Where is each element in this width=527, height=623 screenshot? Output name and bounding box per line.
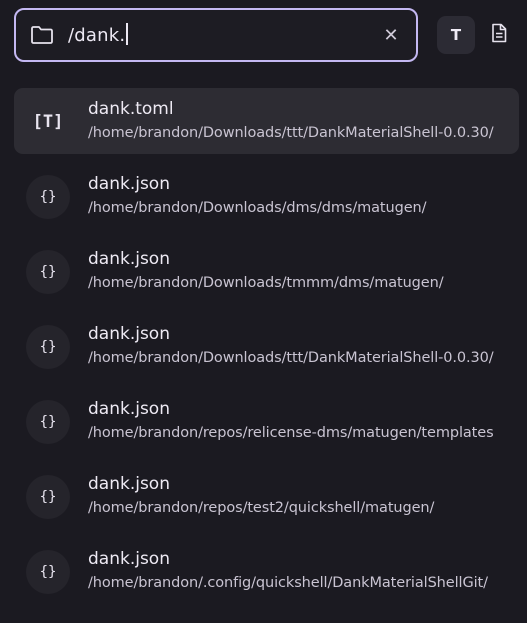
result-file-path: /home/brandon/.config/quickshell/DankMat… [88,575,488,591]
result-file-path: /home/brandon/Downloads/ttt/DankMaterial… [88,350,494,366]
result-item[interactable]: {} dank.json/home/brandon/Downloads/dms/d… [14,163,519,229]
result-item[interactable]: [T] dank.toml/home/brandon/Downloads/ttt/… [14,88,519,154]
result-file-path: /home/brandon/repos/test2/quickshell/mat… [88,500,435,516]
json-file-icon: {} [26,175,70,219]
result-file-path: /home/brandon/Downloads/ttt/DankMaterial… [88,125,494,141]
result-file-name: dank.json [88,474,170,494]
result-item[interactable]: {} dank.json/home/brandon/repos/relicense… [14,388,519,454]
file-document-icon [491,23,507,47]
result-item[interactable]: {} dank.json/home/brandon/repos/test2/qui… [14,463,519,529]
result-file-name: dank.json [88,399,170,419]
json-file-icon: {} [26,475,70,519]
result-file-path: /home/brandon/Downloads/tmmm/dms/matugen… [88,275,444,291]
folder-icon [30,25,54,45]
result-item[interactable]: {} dank.json/home/brandon/Downloads/ttt/D… [14,313,519,379]
text-search-mode-button[interactable]: T [437,16,475,54]
json-file-icon: {} [26,400,70,444]
result-file-name: dank.json [88,549,170,569]
file-search-window: /dank. ✕ T [T] dank.toml/home/brandon/Dow… [0,0,527,623]
text-caret [126,23,128,45]
json-file-icon: {} [26,325,70,369]
result-file-name: dank.json [88,324,170,344]
file-search-mode-button[interactable] [487,22,511,48]
toml-file-icon: [T] [32,112,64,132]
result-file-path: /home/brandon/repos/relicense-dms/matuge… [88,425,494,441]
result-item[interactable]: {} dank.json/home/brandon/.config/quicksh… [14,538,519,604]
search-input[interactable]: /dank. [68,23,128,46]
result-file-path: /home/brandon/Downloads/dms/dms/matugen/ [88,200,427,216]
result-item[interactable]: {} dank.json/home/brandon/Downloads/tmmm/… [14,238,519,304]
clear-search-button[interactable]: ✕ [380,24,402,46]
search-box[interactable]: /dank. ✕ [14,8,418,62]
result-file-name: dank.json [88,174,170,194]
json-file-icon: {} [26,250,70,294]
result-file-name: dank.toml [88,99,174,119]
result-file-name: dank.json [88,249,170,269]
results-list: [T] dank.toml/home/brandon/Downloads/ttt/… [14,88,519,613]
json-file-icon: {} [26,550,70,594]
